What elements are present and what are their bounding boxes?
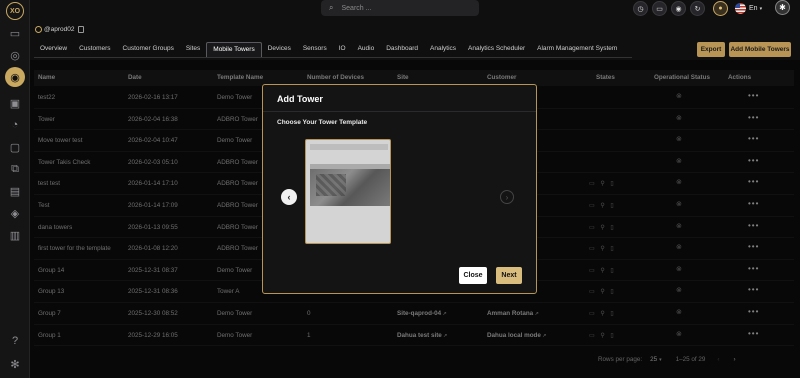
gear-icon[interactable]: ✻	[8, 357, 22, 371]
tab-customers[interactable]: Customers	[73, 42, 116, 58]
flow-icon[interactable]: ⧉	[8, 162, 22, 176]
language-selector[interactable]: En ▾	[735, 3, 762, 14]
user-icon[interactable]: ◉	[671, 1, 686, 16]
dialog-divider	[263, 111, 536, 112]
tab-bar: Overview Customers Customer Groups Sites…	[34, 42, 623, 58]
close-button[interactable]: Close	[459, 267, 487, 284]
chevron-down-icon: ▾	[759, 5, 763, 12]
us-flag-icon	[735, 3, 746, 14]
avatar[interactable]: ✱	[775, 0, 790, 15]
language-label: En	[749, 5, 758, 12]
org-name: @aprod02	[44, 26, 75, 33]
dialog-title: Add Tower	[277, 94, 323, 104]
tab-alarm-management[interactable]: Alarm Management System	[531, 42, 623, 58]
dialog-subtitle: Choose Your Tower Template	[277, 119, 368, 126]
tab-sites[interactable]: Sites	[180, 42, 206, 58]
export-button[interactable]: Export	[697, 42, 725, 57]
tab-sensors[interactable]: Sensors	[297, 42, 333, 58]
monitor-icon[interactable]: ▭	[652, 1, 667, 16]
tower-icon[interactable]: ◉	[5, 67, 25, 87]
clock-icon[interactable]: ◷	[633, 1, 648, 16]
search-placeholder: Search ...	[341, 4, 372, 12]
tab-devices[interactable]: Devices	[262, 42, 297, 58]
chat-icon[interactable]: ▭	[8, 26, 22, 40]
tab-mobile-towers[interactable]: Mobile Towers	[206, 42, 262, 58]
bag-icon[interactable]: ▥	[8, 228, 22, 242]
device-icon[interactable]: ▢	[8, 140, 22, 154]
tab-io[interactable]: IO	[333, 42, 352, 58]
template-card[interactable]	[305, 139, 391, 244]
tab-analytics[interactable]: Analytics	[424, 42, 462, 58]
logo-icon[interactable]: XO	[6, 2, 24, 20]
tab-dashboard[interactable]: Dashboard	[380, 42, 424, 58]
shield-icon[interactable]: ◈	[8, 206, 22, 220]
broadcast-icon[interactable]: ◎	[8, 48, 22, 62]
previous-template-button[interactable]: ‹	[281, 189, 297, 205]
tab-divider	[34, 57, 632, 58]
next-template-button[interactable]: ›	[500, 190, 514, 204]
org-selector[interactable]: @aprod02	[35, 26, 85, 33]
help-icon[interactable]: ?	[8, 334, 22, 348]
add-mobile-towers-button[interactable]: Add Mobile Towers	[729, 42, 791, 57]
tab-audio[interactable]: Audio	[352, 42, 381, 58]
tab-overview[interactable]: Overview	[34, 42, 73, 58]
notification-icon[interactable]: ●	[713, 1, 728, 16]
org-icon	[35, 26, 42, 33]
copy-icon[interactable]	[78, 26, 85, 33]
side-rail: XO ▭ ◎ ◉ ▣ ◔ ▢ ⧉ ▤ ◈ ▥ ? ✻	[0, 0, 30, 378]
search-icon: ⌕	[329, 3, 334, 12]
refresh-icon[interactable]: ↻	[690, 1, 705, 16]
tab-customer-groups[interactable]: Customer Groups	[117, 42, 180, 58]
template-header-strip	[310, 144, 388, 150]
template-preview-image	[310, 164, 390, 206]
search-input[interactable]: ⌕ Search ...	[321, 0, 479, 16]
camera-icon[interactable]: ▣	[8, 96, 22, 110]
app-root: XO ▭ ◎ ◉ ▣ ◔ ▢ ⧉ ▤ ◈ ▥ ? ✻ ⌕ Search ... …	[0, 0, 800, 378]
alarm-icon[interactable]: ◔	[8, 118, 22, 132]
tab-analytics-scheduler[interactable]: Analytics Scheduler	[462, 42, 531, 58]
add-tower-dialog: Add Tower Choose Your Tower Template ‹ ›…	[262, 84, 537, 294]
map-icon[interactable]: ▤	[8, 184, 22, 198]
next-button[interactable]: Next	[496, 267, 522, 284]
